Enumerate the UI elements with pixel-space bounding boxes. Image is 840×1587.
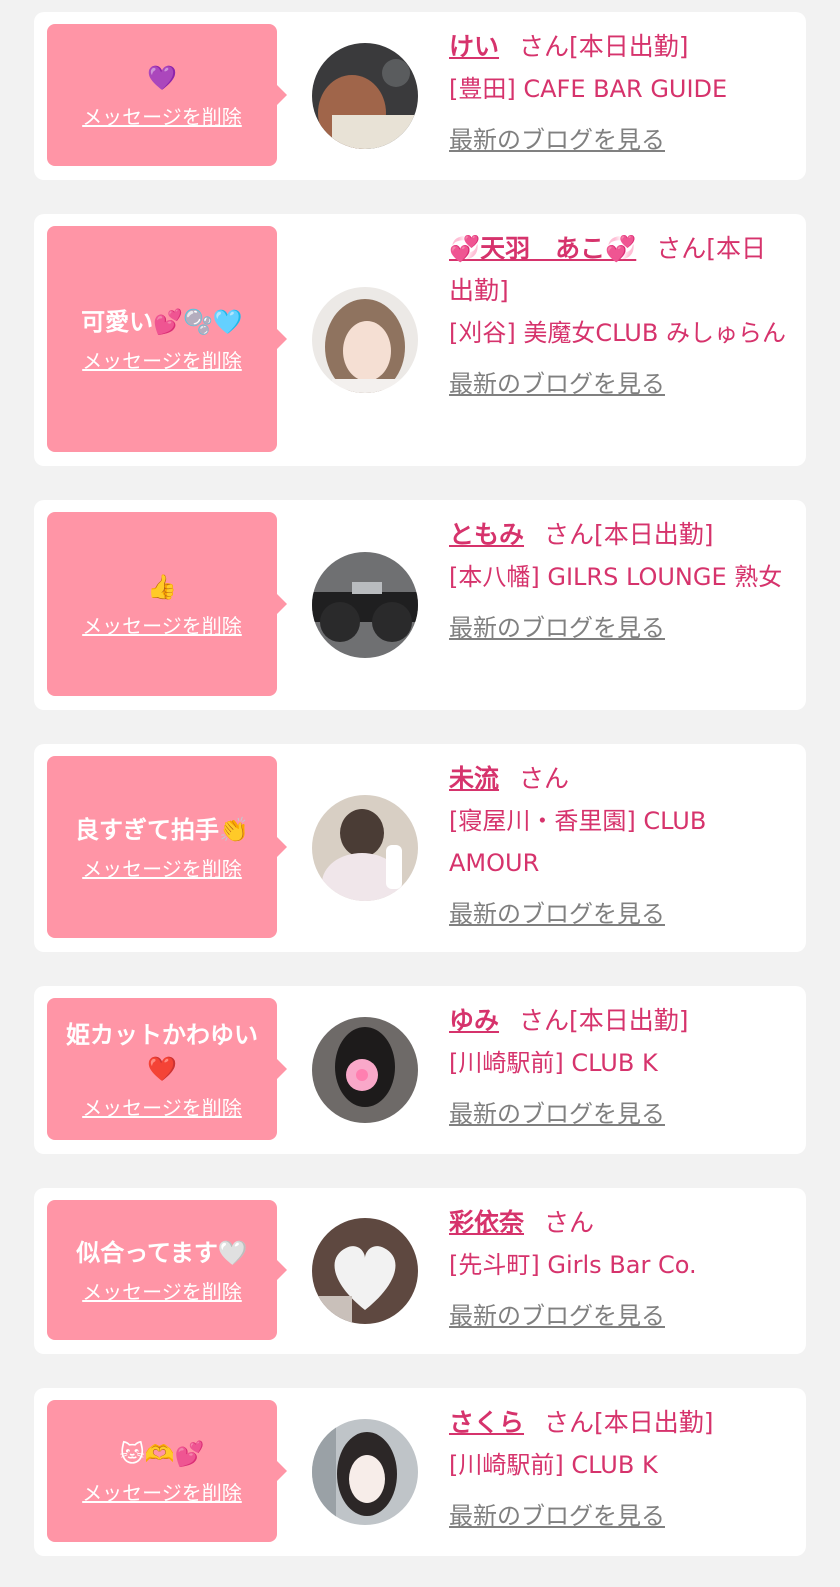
shop-name: [先斗町] Girls Bar Co. xyxy=(449,1251,697,1279)
message-text: 💜 xyxy=(147,63,177,92)
message-card: 可愛い💕🫧🩵 メッセージを削除 💞天羽 あこ💞 さん[本日出勤] [刈谷] 美魔女… xyxy=(34,214,806,466)
message-card: 良すぎて拍手👏 メッセージを削除 未流 さん [寝屋川・香里園] CLUB AMO… xyxy=(34,744,806,952)
delete-message-link[interactable]: メッセージを削除 xyxy=(82,101,242,130)
message-bubble: 似合ってます🤍 メッセージを削除 xyxy=(47,1200,287,1340)
delete-message-link[interactable]: メッセージを削除 xyxy=(82,345,242,374)
avatar[interactable] xyxy=(312,43,418,149)
shop-name: [川崎駅前] CLUB K xyxy=(449,1451,658,1479)
message-bubble: 👍 メッセージを削除 xyxy=(47,512,287,696)
message-card-list: 💜 メッセージを削除 けい さん[本日出勤] [豊田] CAFE BAR GUID… xyxy=(0,0,840,1587)
avatar[interactable] xyxy=(312,287,418,393)
latest-blog-link[interactable]: 最新のブログを見る xyxy=(449,894,665,929)
message-text: 良すぎて拍手👏 xyxy=(75,815,249,844)
latest-blog-link[interactable]: 最新のブログを見る xyxy=(449,1296,665,1331)
message-bubble: 姫カットかわゆい❤️ メッセージを削除 xyxy=(47,998,287,1140)
latest-blog-link[interactable]: 最新のブログを見る xyxy=(449,1496,665,1531)
message-text: 姫カットかわゆい❤️ xyxy=(66,1020,258,1083)
delete-message-link[interactable]: メッセージを削除 xyxy=(82,610,242,639)
cast-name-link[interactable]: 彩依奈 xyxy=(449,1208,524,1237)
latest-blog-link[interactable]: 最新のブログを見る xyxy=(449,364,665,399)
avatar[interactable] xyxy=(312,1419,418,1525)
delete-message-link[interactable]: メッセージを削除 xyxy=(82,1477,242,1506)
delete-message-link[interactable]: メッセージを削除 xyxy=(82,853,242,882)
name-suffix: さん[本日出勤] xyxy=(519,1006,689,1035)
name-suffix: さん xyxy=(544,1208,595,1237)
avatar[interactable] xyxy=(312,1218,418,1324)
message-bubble: 良すぎて拍手👏 メッセージを削除 xyxy=(47,756,287,938)
message-bubble: 💜 メッセージを削除 xyxy=(47,24,287,166)
name-suffix: さん[本日出勤] xyxy=(544,520,714,549)
avatar[interactable] xyxy=(312,1017,418,1123)
message-card: 🐱🫶💕 メッセージを削除 さくら さん[本日出勤] [川崎駅前] CLUB K 最… xyxy=(34,1388,806,1556)
delete-message-link[interactable]: メッセージを削除 xyxy=(82,1276,242,1305)
latest-blog-link[interactable]: 最新のブログを見る xyxy=(449,1094,665,1129)
cast-name-link[interactable]: さくら xyxy=(449,1408,524,1437)
shop-name: [本八幡] GILRS LOUNGE 熟女 xyxy=(449,563,783,591)
message-bubble: 🐱🫶💕 メッセージを削除 xyxy=(47,1400,287,1542)
shop-name: [刈谷] 美魔女CLUB みしゅらん xyxy=(449,319,786,347)
latest-blog-link[interactable]: 最新のブログを見る xyxy=(449,608,665,643)
message-text: 可愛い💕🫧🩵 xyxy=(81,307,243,336)
delete-message-link[interactable]: メッセージを削除 xyxy=(82,1092,242,1121)
cast-name-link[interactable]: ともみ xyxy=(449,520,524,549)
message-text: 👍 xyxy=(147,572,177,601)
avatar[interactable] xyxy=(312,552,418,658)
message-card: 姫カットかわゆい❤️ メッセージを削除 ゆみ さん[本日出勤] [川崎駅前] CL… xyxy=(34,986,806,1154)
cast-name-link[interactable]: けい xyxy=(449,32,499,61)
cast-name-link[interactable]: 未流 xyxy=(449,764,499,793)
message-card: 💜 メッセージを削除 けい さん[本日出勤] [豊田] CAFE BAR GUID… xyxy=(34,12,806,180)
message-card: 似合ってます🤍 メッセージを削除 彩依奈 さん [先斗町] Girls Bar C… xyxy=(34,1188,806,1354)
latest-blog-link[interactable]: 最新のブログを見る xyxy=(449,120,665,155)
name-suffix: さん xyxy=(519,764,570,793)
cast-name-link[interactable]: ゆみ xyxy=(449,1006,499,1035)
avatar[interactable] xyxy=(312,795,418,901)
name-suffix: さん[本日出勤] xyxy=(544,1408,714,1437)
cast-name-link[interactable]: 💞天羽 あこ💞 xyxy=(449,234,636,263)
message-card: 👍 メッセージを削除 ともみ さん[本日出勤] [本八幡] GILRS LOUNG… xyxy=(34,500,806,710)
message-text: 🐱🫶💕 xyxy=(119,1439,205,1468)
message-text: 似合ってます🤍 xyxy=(76,1238,248,1267)
name-suffix: さん[本日出勤] xyxy=(519,32,689,61)
shop-name: [豊田] CAFE BAR GUIDE xyxy=(449,75,728,103)
message-bubble: 可愛い💕🫧🩵 メッセージを削除 xyxy=(47,226,287,452)
shop-name: [寝屋川・香里園] CLUB AMOUR xyxy=(449,807,707,877)
shop-name: [川崎駅前] CLUB K xyxy=(449,1049,658,1077)
